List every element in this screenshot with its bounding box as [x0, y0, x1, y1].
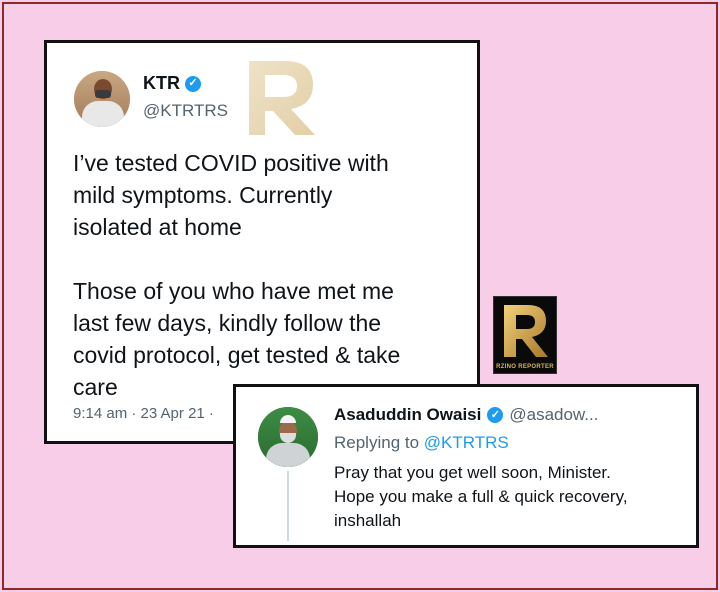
reply-author-row: Asaduddin Owaisi ✓ @asadow...	[334, 405, 598, 425]
tweet-paragraph: I’ve tested COVID positive with mild sym…	[73, 150, 389, 240]
tweet-timestamp[interactable]: 9:14 am · 23 Apr 21 ·	[73, 405, 214, 422]
verified-badge-icon: ✓	[487, 407, 504, 423]
author-row: KTR ✓	[143, 73, 201, 94]
author-handle[interactable]: @KTRTRS	[143, 101, 228, 121]
mention-link[interactable]: @KTRTRS	[424, 433, 509, 452]
reply-text: Pray that you get well soon, Minister. H…	[334, 463, 628, 530]
reply-tweet-card[interactable]: Asaduddin Owaisi ✓ @asadow... Replying t…	[233, 384, 699, 548]
replying-to: Replying to @KTRTRS	[334, 433, 509, 453]
reply-author-name[interactable]: Asaduddin Owaisi	[334, 405, 481, 425]
r-logo-icon	[504, 305, 548, 357]
tweet-text: I’ve tested COVID positive with mild sym…	[73, 147, 465, 403]
reply-author-handle[interactable]: @asadow...	[509, 405, 598, 425]
avatar[interactable]	[258, 407, 318, 467]
thread-line	[287, 471, 289, 541]
avatar[interactable]	[74, 71, 130, 127]
author-name[interactable]: KTR	[143, 73, 180, 94]
brand-logo: RZINO REPORTER	[493, 296, 557, 374]
replying-to-label: Replying to	[334, 433, 420, 452]
brand-logo-text: RZINO REPORTER	[496, 364, 554, 370]
watermark-logo-icon	[249, 61, 315, 135]
verified-badge-icon: ✓	[185, 75, 201, 92]
